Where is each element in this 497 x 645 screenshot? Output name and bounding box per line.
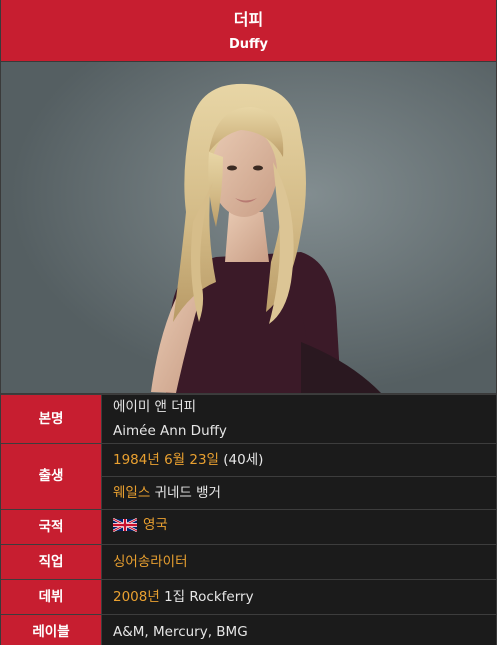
debut-rest: 1집 Rockferry [164, 588, 254, 605]
portrait-photo[interactable] [1, 62, 496, 394]
real-name-korean: 에이미 앤 더피 [113, 399, 197, 415]
birth-place-link[interactable]: 웨일스 [113, 485, 150, 501]
infobox: 더피 Duffy 본명 에이미 앤 더피 Aimée Ann Duffy 출생 … [0, 0, 497, 645]
real-name-english: Aimée Ann Duffy [113, 423, 227, 439]
birth-date-link[interactable]: 1984년 6월 23일 [113, 452, 219, 468]
label-nationality: 국적 [1, 509, 102, 545]
value-nationality: 영국 [101, 509, 496, 545]
infobox-header: 더피 Duffy [1, 0, 496, 62]
birth-place-rest: 귀네드 뱅거 [154, 484, 221, 501]
birth-age: (40세) [223, 451, 264, 468]
label-occupation: 직업 [1, 544, 102, 580]
portrait-illustration [1, 62, 496, 393]
value-occupation: 싱어송라이터 [101, 544, 496, 580]
title-korean: 더피 [233, 10, 264, 29]
label-real-name: 본명 [1, 394, 102, 444]
row-nationality: 국적 영국 [1, 509, 496, 545]
info-table: 본명 에이미 앤 더피 Aimée Ann Duffy 출생 1984년 6월 … [1, 394, 496, 645]
nationality-link[interactable]: 영국 [143, 517, 168, 533]
value-record-label: A&M, Mercury, BMG [101, 614, 496, 645]
row-occupation: 직업 싱어송라이터 [1, 544, 496, 580]
row-birth-date: 출생 1984년 6월 23일 (40세) [1, 443, 496, 510]
value-real-name: 에이미 앤 더피 Aimée Ann Duffy [101, 394, 496, 444]
debut-year-link[interactable]: 2008년 [113, 589, 160, 605]
row-debut: 데뷔 2008년 1집 Rockferry [1, 579, 496, 615]
label-birth: 출생 [1, 443, 102, 510]
row-real-name: 본명 에이미 앤 더피 Aimée Ann Duffy [1, 394, 496, 444]
value-debut: 2008년 1집 Rockferry [101, 579, 496, 615]
label-debut: 데뷔 [1, 579, 102, 615]
occupation-link[interactable]: 싱어송라이터 [113, 554, 188, 570]
title-english: Duffy [228, 37, 269, 52]
label-record-label: 레이블 [1, 614, 102, 645]
uk-flag-icon [112, 517, 138, 538]
value-birth-date: 1984년 6월 23일 (40세) [101, 443, 496, 477]
row-record-label: 레이블 A&M, Mercury, BMG [1, 614, 496, 645]
value-birth-place: 웨일스 귀네드 뱅거 [101, 476, 496, 510]
